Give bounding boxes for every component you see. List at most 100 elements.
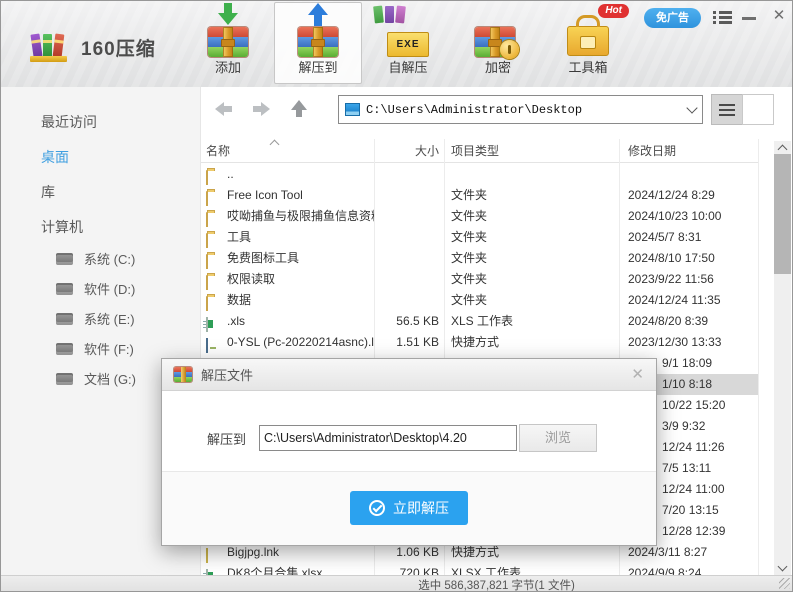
- toolbar-button-encrypt[interactable]: 加密: [454, 2, 542, 84]
- file-row[interactable]: ..: [201, 164, 758, 185]
- sidebar-item-5[interactable]: 软件 (D:): [1, 275, 200, 305]
- address-bar[interactable]: [338, 95, 703, 124]
- address-dropdown-icon[interactable]: [686, 102, 697, 113]
- file-name-cell: .xls: [201, 311, 374, 332]
- toolbar-button-sfx[interactable]: EXE自解压: [364, 2, 452, 84]
- up-button[interactable]: [289, 100, 309, 118]
- file-date-cell: 2024/12/24 8:29: [619, 185, 758, 206]
- sidebar-item-3[interactable]: 计算机: [1, 210, 200, 245]
- file-row[interactable]: 数据文件夹2024/12/24 11:35: [201, 290, 758, 311]
- vertical-scrollbar[interactable]: [774, 141, 791, 575]
- folder-icon: [206, 231, 222, 245]
- file-size-cell: 1.51 KB: [374, 332, 444, 353]
- toolbar-button-label: 解压到: [275, 59, 361, 77]
- file-size-cell: [374, 227, 444, 248]
- file-type-cell: 快捷方式: [444, 332, 619, 353]
- file-row[interactable]: .xls56.5 KBXLS 工作表2024/8/20 8:39: [201, 311, 758, 332]
- file-name-cell: ..: [201, 164, 374, 185]
- status-bar: 选中 586,387,821 字节(1 文件): [1, 575, 792, 591]
- file-name: .xls: [227, 311, 245, 332]
- file-row[interactable]: 0-YSL (Pc-20220214asnc).lnk1.51 KB快捷方式20…: [201, 332, 758, 353]
- sidebar-item-label: 桌面: [41, 149, 69, 165]
- desktop-icon: [345, 103, 360, 116]
- encrypt-icon: [455, 3, 541, 59]
- file-row[interactable]: Free Icon Tool 文件夹2024/12/24 8:29: [201, 185, 758, 206]
- sidebar-item-label: 文档 (G:): [84, 372, 136, 387]
- file-name-cell: 哎呦捕鱼与极限捕鱼信息资料: [201, 206, 374, 227]
- file-date-cell: 2023/12/30 13:33: [619, 332, 758, 353]
- column-header-name[interactable]: 名称: [201, 139, 374, 162]
- file-date-cell: [619, 164, 758, 185]
- file-name-cell: Free Icon Tool: [201, 185, 374, 206]
- toolbar-button-extract[interactable]: 解压到: [274, 2, 362, 84]
- forward-button[interactable]: [250, 100, 270, 118]
- sidebar-item-label: 系统 (C:): [84, 252, 135, 267]
- archive-icon: [174, 367, 192, 382]
- sidebar-item-6[interactable]: 系统 (E:): [1, 305, 200, 335]
- toolbar-button-toolbox[interactable]: 工具箱Hot: [544, 2, 632, 84]
- toolbar-button-label: 自解压: [365, 59, 451, 77]
- extract-icon: [275, 3, 361, 59]
- scrollbar-thumb[interactable]: [774, 154, 791, 274]
- file-type-cell: [444, 164, 619, 185]
- file-name: 哎呦捕鱼与极限捕鱼信息资料: [227, 206, 374, 227]
- file-size-cell: 720 KB: [374, 563, 444, 575]
- file-name: Free Icon Tool: [227, 185, 303, 206]
- sidebar-item-2[interactable]: 库: [1, 175, 200, 210]
- app-window: 160压缩 添加解压到EXE自解压加密工具箱Hot 免广告 ✕ 最近访问桌面库计…: [0, 0, 793, 592]
- dialog-close-icon[interactable]: ✕: [631, 367, 644, 382]
- extract-now-label: 立即解压: [393, 498, 449, 518]
- resize-grip[interactable]: [779, 578, 790, 589]
- column-header-date[interactable]: 修改日期: [619, 139, 758, 162]
- close-button[interactable]: ✕: [769, 6, 789, 26]
- file-date-cell: 2024/12/24 11:35: [619, 290, 758, 311]
- sidebar-item-4[interactable]: 系统 (C:): [1, 245, 200, 275]
- back-button[interactable]: [215, 100, 235, 118]
- file-row[interactable]: 工具 文件夹2024/5/7 8:31: [201, 227, 758, 248]
- browse-button[interactable]: 浏览: [519, 424, 597, 452]
- list-header: 名称 大小 项目类型 修改日期: [201, 139, 758, 163]
- file-type-cell: 文件夹: [444, 227, 619, 248]
- main-menu-icon[interactable]: [713, 11, 732, 26]
- file-row[interactable]: 哎呦捕鱼与极限捕鱼信息资料文件夹2024/10/23 10:00: [201, 206, 758, 227]
- app-title: 160压缩: [81, 34, 156, 61]
- drive-icon: [56, 253, 73, 265]
- extract-to-label: 解压到: [207, 429, 246, 448]
- sidebar-item-label: 软件 (F:): [84, 342, 134, 357]
- toolbar-button-add[interactable]: 添加: [184, 2, 272, 84]
- minimize-button[interactable]: [742, 17, 756, 20]
- address-input[interactable]: [366, 103, 688, 117]
- file-row[interactable]: DK8个月合集.xlsx720 KBXLSX 工作表2024/9/9 8:24: [201, 563, 758, 575]
- toolbar-buttons: 添加解压到EXE自解压加密工具箱Hot: [183, 2, 633, 86]
- file-size-cell: [374, 206, 444, 227]
- file-type-cell: 文件夹: [444, 185, 619, 206]
- file-name-cell: 工具: [201, 227, 374, 248]
- folder-icon: [206, 189, 222, 203]
- file-type-cell: 文件夹: [444, 206, 619, 227]
- folder-icon: [206, 273, 222, 287]
- sidebar-item-1[interactable]: 桌面: [1, 140, 200, 175]
- list-view-button[interactable]: [711, 94, 743, 125]
- grid-view-button[interactable]: [742, 94, 774, 125]
- file-size-cell: [374, 164, 444, 185]
- folder-icon: [206, 210, 222, 224]
- folder-icon: [206, 168, 222, 182]
- dialog-titlebar[interactable]: 解压文件 ✕: [162, 359, 656, 391]
- extract-path-input[interactable]: [259, 425, 517, 451]
- file-row[interactable]: 免费图标工具文件夹2024/8/10 17:50: [201, 248, 758, 269]
- column-header-type[interactable]: 项目类型: [444, 139, 619, 162]
- scroll-down-icon[interactable]: [778, 562, 788, 572]
- file-type-cell: XLSX 工作表: [444, 563, 619, 575]
- toolbar-button-label: 加密: [455, 59, 541, 77]
- app-logo-icon: [29, 26, 69, 62]
- column-header-size[interactable]: 大小: [374, 139, 444, 162]
- sidebar-item-0[interactable]: 最近访问: [1, 105, 200, 140]
- file-name-cell: DK8个月合集.xlsx: [201, 563, 374, 575]
- file-name: 权限读取: [227, 269, 275, 290]
- file-date-cell: 2024/5/7 8:31: [619, 227, 758, 248]
- extract-now-button[interactable]: 立即解压: [350, 491, 468, 525]
- scroll-up-icon[interactable]: [778, 145, 788, 155]
- file-row[interactable]: 权限读取文件夹2023/9/22 11:56: [201, 269, 758, 290]
- ad-free-button[interactable]: 免广告: [644, 8, 701, 28]
- extract-dialog: 解压文件 ✕ 解压到 浏览 立即解压: [161, 358, 657, 546]
